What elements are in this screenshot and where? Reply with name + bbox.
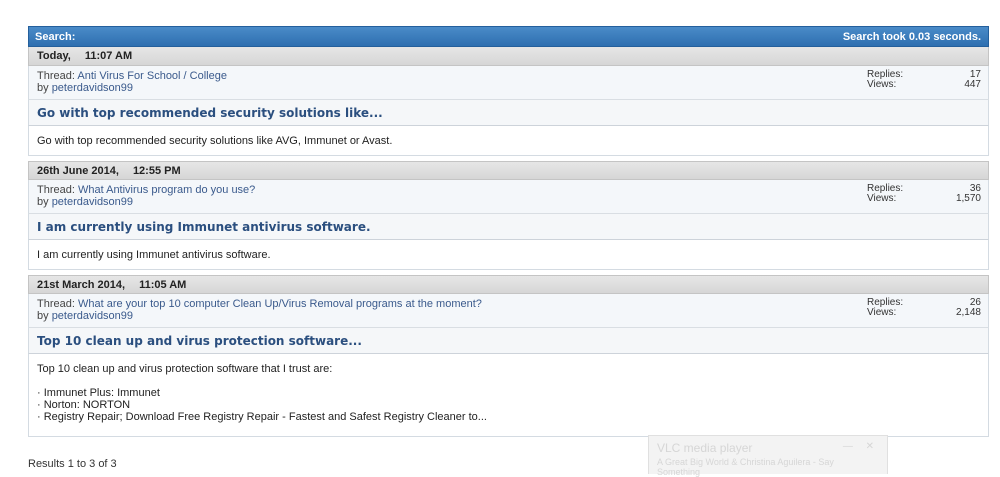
thread-stats: Replies: 36 Views: 1,570 xyxy=(867,184,981,204)
post-excerpt-line xyxy=(37,375,980,387)
vlc-notification-popup[interactable]: VLC media player A Great Big World & Chr… xyxy=(648,435,888,477)
views-count: 2,148 xyxy=(955,307,981,318)
thread-label: Thread: xyxy=(37,184,75,196)
result-date-bar: 26th June 2014, 12:55 PM xyxy=(28,161,989,180)
by-label: by xyxy=(37,310,49,322)
thread-stats: Replies: 26 Views: 2,148 xyxy=(867,298,981,318)
thread-title-link[interactable]: What Antivirus program do you use? xyxy=(78,184,255,196)
result-time: 11:07 AM xyxy=(84,50,133,62)
thread-label: Thread: xyxy=(37,298,75,310)
result-time: 11:05 AM xyxy=(139,278,187,291)
views-label: Views: xyxy=(867,307,897,318)
post-excerpt: Top 10 clean up and virus protection sof… xyxy=(28,354,989,437)
views-label: Views: xyxy=(867,193,897,204)
result-date-bar: Today, 11:07 AM xyxy=(28,47,989,66)
post-excerpt: I am currently using Immunet antivirus s… xyxy=(28,240,989,270)
result-date: 21st March 2014, xyxy=(37,278,126,291)
post-excerpt-bullet: · Norton: NORTON xyxy=(37,399,131,411)
views-count: 447 xyxy=(964,79,981,90)
post-excerpt-line: Go with top recommended security solutio… xyxy=(37,135,393,147)
thread-info-row: Thread: What Antivirus program do you us… xyxy=(28,180,989,214)
result-time: 12:55 PM xyxy=(132,164,181,177)
result-date: Today, xyxy=(37,50,71,62)
author-link[interactable]: peterdavidson99 xyxy=(52,82,133,94)
post-excerpt-bullet: · Immunet Plus: Immunet xyxy=(37,387,160,399)
thread-title-link[interactable]: What are your top 10 computer Clean Up/V… xyxy=(78,298,482,310)
author-link[interactable]: peterdavidson99 xyxy=(52,310,133,322)
search-header-bar: Search: Search took 0.03 seconds. xyxy=(28,26,989,47)
post-excerpt-line: I am currently using Immunet antivirus s… xyxy=(37,249,271,261)
result-date-bar: 21st March 2014, 11:05 AM xyxy=(28,275,989,294)
post-excerpt-line: Top 10 clean up and virus protection sof… xyxy=(37,363,333,375)
vlc-now-playing: A Great Big World & Christina Aguilera -… xyxy=(657,457,834,477)
views-label: Views: xyxy=(867,79,897,90)
search-result: Today, 11:07 AM Thread: Anti Virus For S… xyxy=(28,47,989,156)
thread-info-row: Thread: Anti Virus For School / College … xyxy=(28,66,989,100)
post-title-link[interactable]: Top 10 clean up and virus protection sof… xyxy=(28,328,989,354)
search-result: 26th June 2014, 12:55 PM Thread: What An… xyxy=(28,161,989,270)
thread-title-link[interactable]: Anti Virus For School / College xyxy=(77,70,227,82)
search-title: Search: xyxy=(35,30,76,43)
search-time: Search took 0.03 seconds. xyxy=(842,30,981,43)
post-excerpt: Go with top recommended security solutio… xyxy=(28,126,989,156)
thread-info-row: Thread: What are your top 10 computer Cl… xyxy=(28,294,989,328)
post-title-link[interactable]: I am currently using Immunet antivirus s… xyxy=(28,214,989,240)
search-result: 21st March 2014, 11:05 AM Thread: What a… xyxy=(28,275,989,437)
result-date: 26th June 2014, xyxy=(37,164,119,177)
views-count: 1,570 xyxy=(955,193,981,204)
thread-label: Thread: xyxy=(37,70,75,82)
vlc-window-controls[interactable]: — ✕ xyxy=(843,441,879,452)
author-link[interactable]: peterdavidson99 xyxy=(52,196,133,208)
search-results-panel: Search: Search took 0.03 seconds. Today,… xyxy=(28,26,989,437)
by-label: by xyxy=(37,196,49,208)
by-label: by xyxy=(37,82,49,94)
post-excerpt-bullet: · Registry Repair; Download Free Registr… xyxy=(37,411,487,423)
results-count: Results 1 to 3 of 3 xyxy=(28,458,117,470)
thread-stats: Replies: 17 Views: 447 xyxy=(867,70,981,90)
post-title-link[interactable]: Go with top recommended security solutio… xyxy=(28,100,989,126)
